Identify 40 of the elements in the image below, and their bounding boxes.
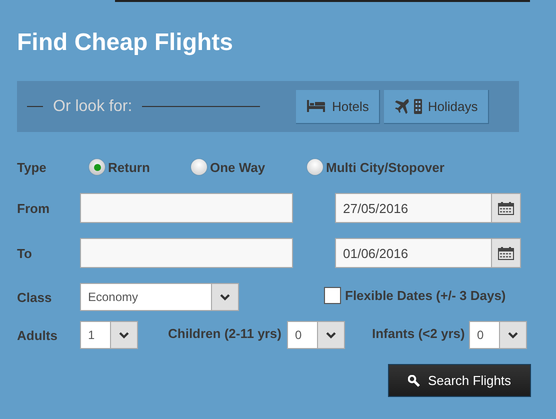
- to-field[interactable]: [80, 238, 293, 268]
- to-label: To: [17, 246, 33, 260]
- hotels-button[interactable]: Hotels: [296, 90, 380, 124]
- date-field[interactable]: 27/05/2016: [335, 193, 492, 223]
- passenger-label: Infants (<2 yrs): [372, 326, 465, 340]
- class-select[interactable]: Economy: [80, 283, 239, 311]
- radio-button[interactable]: [191, 159, 207, 175]
- calendar-button[interactable]: [492, 238, 521, 268]
- calendar-icon: [498, 202, 514, 214]
- bed-icon: [306, 100, 326, 112]
- caret-icon: [326, 332, 336, 338]
- radio-button[interactable]: [307, 159, 323, 175]
- passenger-select[interactable]: 0: [287, 321, 345, 349]
- calendar-button[interactable]: [492, 193, 521, 223]
- from-label: From: [17, 200, 50, 216]
- checkbox[interactable]: [324, 286, 341, 304]
- caret-icon: [508, 332, 518, 338]
- holidays-button[interactable]: Holidays: [384, 90, 489, 124]
- date-field[interactable]: 01/06/2016: [335, 238, 492, 268]
- search-icon: [408, 374, 420, 386]
- look-for-label: Or look for:: [53, 98, 132, 116]
- class-label: Class: [17, 290, 53, 304]
- passenger-select[interactable]: 0: [469, 321, 527, 349]
- passenger-select[interactable]: 1: [80, 321, 138, 349]
- passenger-label: Children (2-11 yrs): [168, 326, 282, 340]
- caret-icon: [220, 294, 230, 300]
- radio-label: One Way: [210, 160, 266, 174]
- flexible-dates-label: Flexible Dates (+/- 3 Days): [345, 288, 506, 302]
- plane-icon: [394, 98, 410, 114]
- calendar-icon: [498, 246, 514, 260]
- caret-icon: [119, 332, 129, 338]
- radio-button[interactable]: [89, 159, 105, 175]
- passenger-label: Adults: [17, 328, 58, 342]
- type-label: Type: [17, 160, 48, 174]
- from-field[interactable]: [80, 193, 293, 223]
- page-title: Find Cheap Flights: [17, 28, 234, 58]
- search-button[interactable]: Search Flights: [388, 364, 531, 397]
- building-icon: [414, 98, 422, 114]
- radio-label: Return: [108, 160, 150, 174]
- radio-label: Multi City/Stopover: [326, 160, 444, 174]
